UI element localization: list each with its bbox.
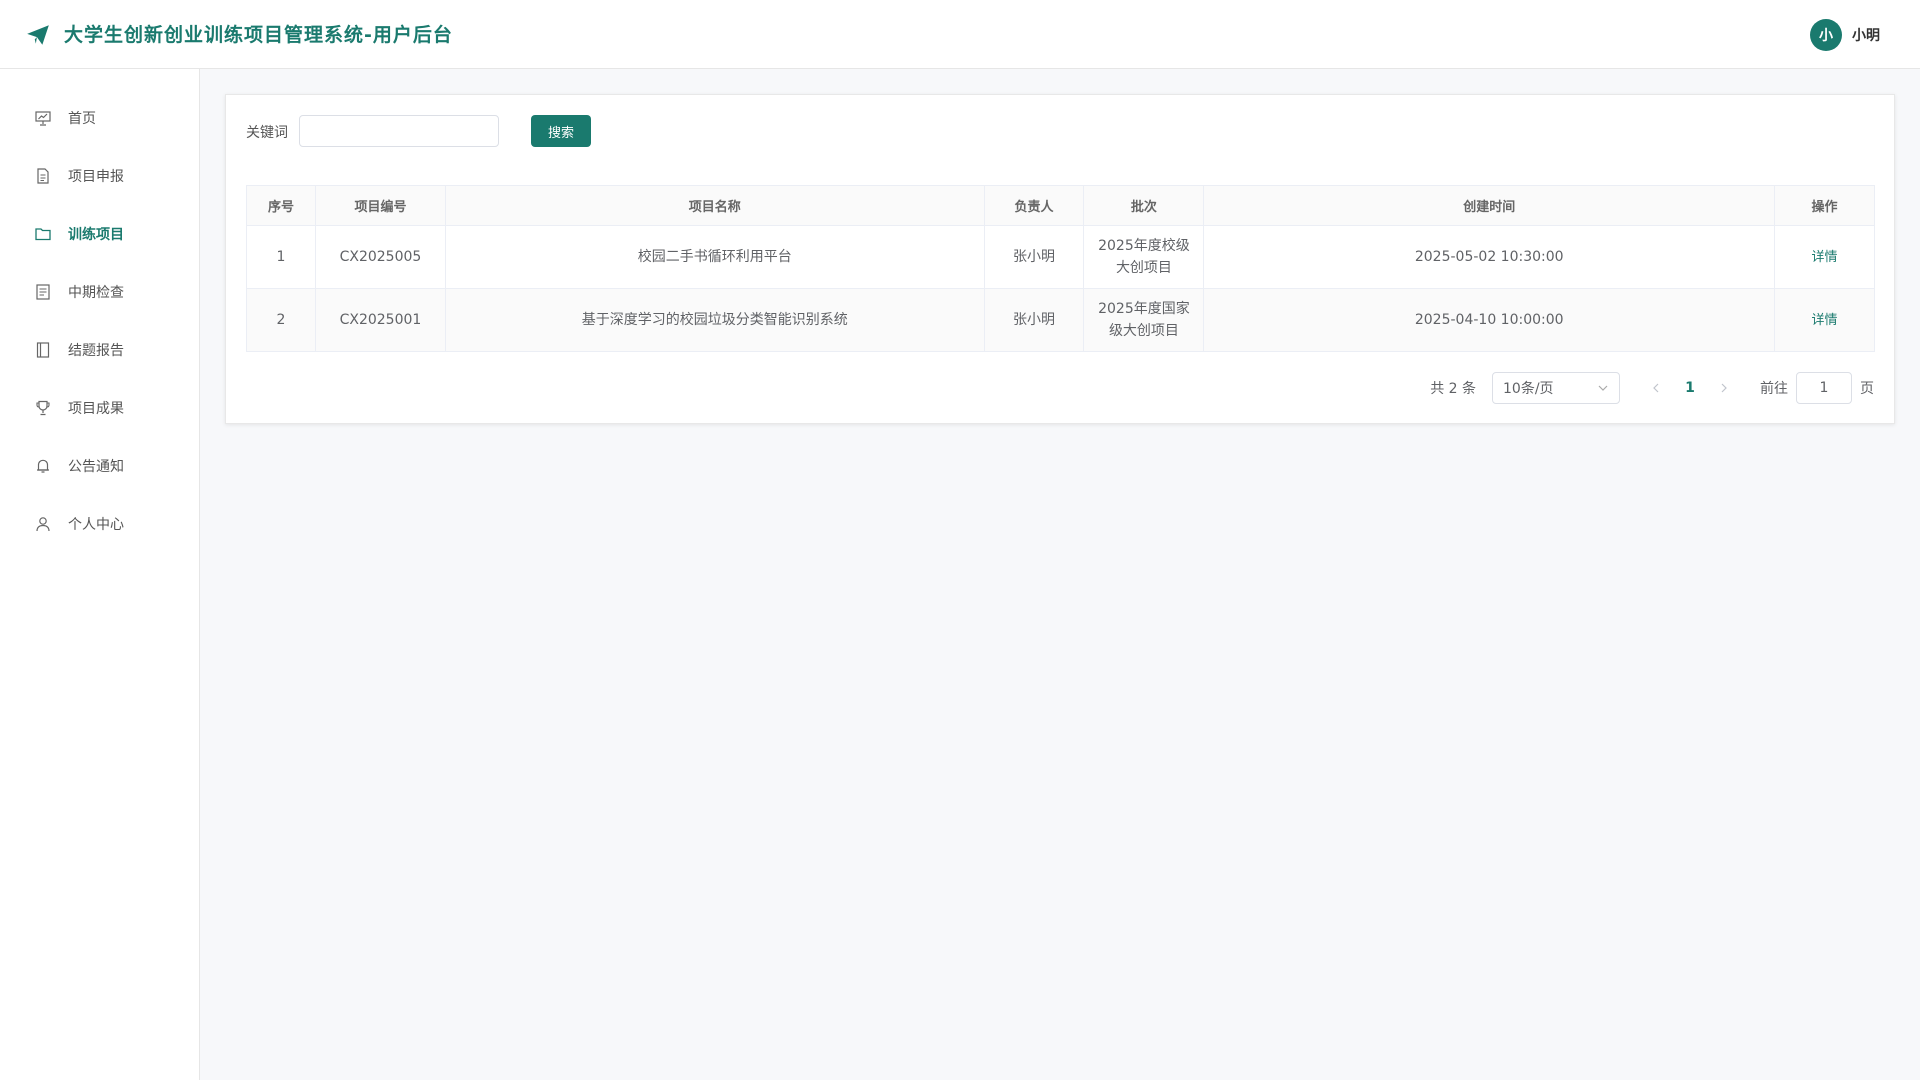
column-header-index: 序号 [246,185,316,226]
folder-icon [34,225,52,243]
page-number[interactable]: 1 [1676,374,1704,402]
goto-label: 前往 [1760,381,1788,397]
goto-page-input[interactable] [1796,372,1852,404]
keyword-label: 关键词 [246,125,288,141]
sidebar-item-label: 个人中心 [68,517,124,533]
pagination: 共 2 条 10条/页 1 前往 页 [1430,372,1874,404]
table-row: 1 CX2025005 校园二手书循环利用平台 张小明 2025年度校级大创项目… [246,225,1875,289]
search-button[interactable]: 搜索 [531,115,591,147]
cell-created: 2025-04-10 10:00:00 [1203,288,1776,352]
user-icon [34,515,52,533]
keyword-input[interactable] [299,115,499,147]
cell-index: 1 [246,225,316,289]
next-page-button[interactable] [1712,374,1736,402]
username[interactable]: 小明 [1852,25,1880,45]
cell-created: 2025-05-02 10:30:00 [1203,225,1776,289]
total-count: 共 2 条 [1430,381,1476,397]
detail-link[interactable]: 详情 [1812,250,1838,265]
sidebar-item-apply[interactable]: 项目申报 [0,152,199,200]
chevron-down-icon [1597,382,1609,394]
sidebar-item-achievements[interactable]: 项目成果 [0,384,199,432]
page-size-value: 10条/页 [1503,381,1554,397]
sidebar: 首页 项目申报 训练项目 中期检查 结题报告 项目成果 公告通知 个人中心 [0,69,200,1080]
chevron-left-icon [1653,383,1659,393]
notebook-icon [34,341,52,359]
column-header-created: 创建时间 [1203,185,1776,226]
table-row: 2 CX2025001 基于深度学习的校园垃圾分类智能识别系统 张小明 2025… [246,288,1875,352]
cell-leader: 张小明 [983,288,1085,352]
user-menu[interactable]: 小 小明 [1810,19,1880,51]
column-header-action: 操作 [1774,185,1875,226]
project-list-card: 关键词 搜索 序号 项目编号 项目名称 负责人 批次 创建时间 操作 1 CX2… [225,94,1895,424]
trophy-icon [34,399,52,417]
cell-code: CX2025005 [314,225,446,289]
cell-action: 详情 [1774,288,1875,352]
cell-index: 2 [246,288,316,352]
checklist-icon [34,283,52,301]
sidebar-item-final-report[interactable]: 结题报告 [0,326,199,374]
sidebar-item-label: 公告通知 [68,459,124,475]
paper-plane-icon [25,22,51,48]
goto-suffix: 页 [1860,381,1874,397]
cell-code: CX2025001 [314,288,446,352]
sidebar-item-label: 结题报告 [68,343,124,359]
sidebar-item-home[interactable]: 首页 [0,94,199,142]
sidebar-item-midterm[interactable]: 中期检查 [0,268,199,316]
top-header: 大学生创新创业训练项目管理系统-用户后台 小 小明 [0,0,1920,69]
presentation-chart-icon [34,109,52,127]
table-header-row: 序号 项目编号 项目名称 负责人 批次 创建时间 操作 [246,185,1875,226]
avatar[interactable]: 小 [1810,19,1842,51]
sidebar-item-notices[interactable]: 公告通知 [0,442,199,490]
bell-icon [34,457,52,475]
cell-action: 详情 [1774,225,1875,289]
sidebar-item-label: 训练项目 [68,227,124,243]
chevron-right-icon [1721,383,1727,393]
sidebar-item-profile[interactable]: 个人中心 [0,500,199,548]
detail-link[interactable]: 详情 [1812,313,1838,328]
cell-name: 基于深度学习的校园垃圾分类智能识别系统 [444,288,985,352]
column-header-name: 项目名称 [444,185,985,226]
sidebar-item-label: 中期检查 [68,285,124,301]
column-header-code: 项目编号 [314,185,446,226]
cell-batch: 2025年度国家级大创项目 [1083,288,1205,352]
document-icon [34,167,52,185]
cell-leader: 张小明 [983,225,1085,289]
column-header-batch: 批次 [1083,185,1205,226]
sidebar-item-label: 项目成果 [68,401,124,417]
app-title: 大学生创新创业训练项目管理系统-用户后台 [64,24,453,46]
column-header-leader: 负责人 [983,185,1085,226]
cell-name: 校园二手书循环利用平台 [444,225,985,289]
cell-batch: 2025年度校级大创项目 [1083,225,1205,289]
prev-page-button[interactable] [1644,374,1668,402]
sidebar-item-label: 项目申报 [68,169,124,185]
sidebar-item-label: 首页 [68,111,96,127]
sidebar-item-training[interactable]: 训练项目 [0,210,199,258]
projects-table: 序号 项目编号 项目名称 负责人 批次 创建时间 操作 1 CX2025005 … [246,185,1875,352]
page-size-select[interactable]: 10条/页 [1492,372,1620,404]
